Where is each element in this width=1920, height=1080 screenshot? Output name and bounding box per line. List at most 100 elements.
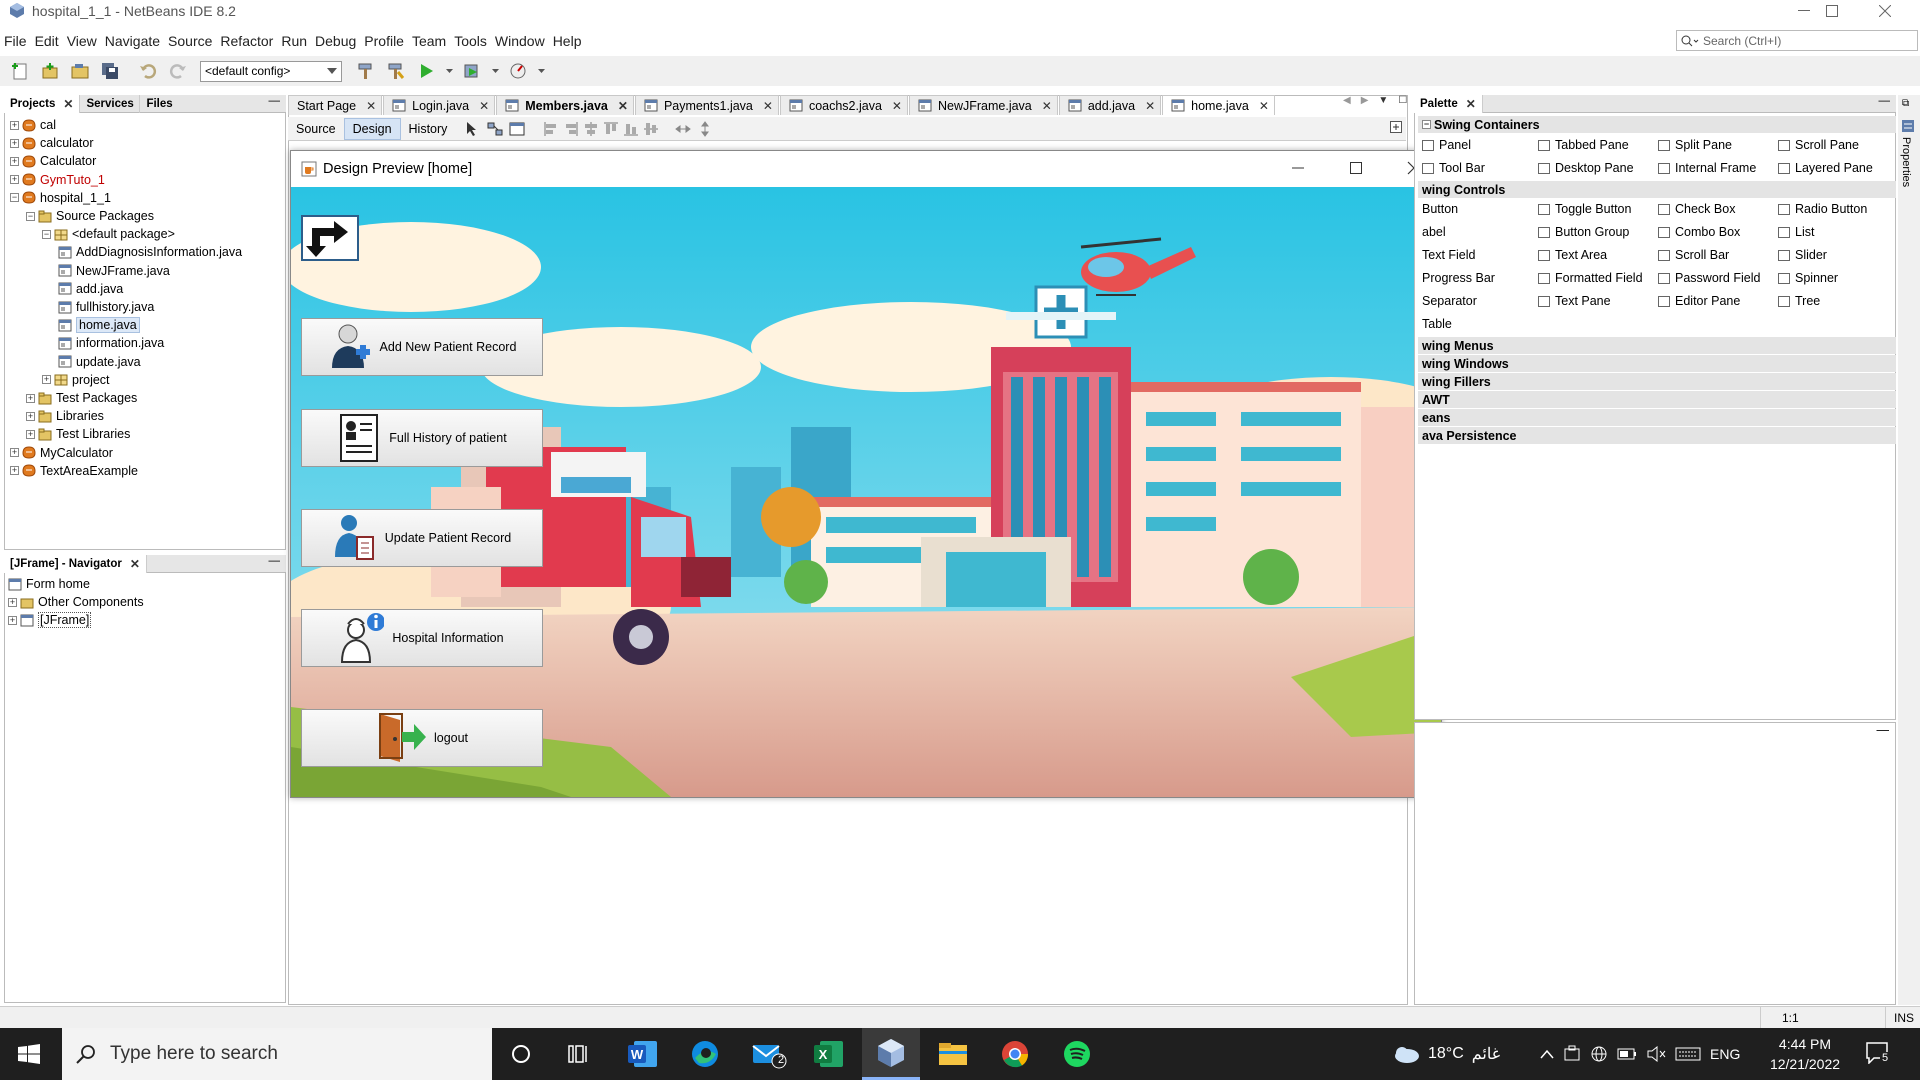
palette-item[interactable]: Internal Frame: [1658, 159, 1756, 177]
expand-icon[interactable]: +: [42, 375, 51, 385]
close-tab-icon[interactable]: ✕: [1255, 99, 1269, 113]
design-button[interactable]: Design: [343, 117, 401, 140]
palette-item[interactable]: Panel: [1422, 136, 1471, 154]
tree-item[interactable]: fullhistory.java: [58, 298, 154, 316]
palette-item[interactable]: Split Pane: [1658, 136, 1732, 154]
expand-editor-icon[interactable]: [1390, 121, 1402, 133]
palette-item[interactable]: Formatted Field: [1538, 269, 1643, 287]
menu-navigate[interactable]: Navigate: [101, 33, 164, 49]
update-patient-record-button[interactable]: Update Patient Record: [301, 509, 543, 567]
tab-projects[interactable]: Projects ✕: [4, 94, 81, 113]
palette-item[interactable]: Combo Box: [1658, 223, 1740, 241]
properties-side-tab[interactable]: Properties: [1900, 137, 1912, 187]
expand-icon[interactable]: +: [10, 156, 19, 166]
expand-icon[interactable]: +: [10, 466, 19, 476]
nav-form-home[interactable]: Form home: [8, 575, 90, 593]
expand-icon[interactable]: +: [8, 597, 17, 607]
palette-item[interactable]: Text Pane: [1538, 292, 1611, 310]
tree-item[interactable]: + calculator: [10, 134, 94, 152]
save-all-icon[interactable]: [98, 59, 122, 83]
debug-dropdown-icon[interactable]: [490, 59, 500, 83]
align-left-icon[interactable]: [543, 121, 559, 137]
tree-item[interactable]: + cal: [10, 116, 56, 134]
palette-category-swing-controls[interactable]: wing Controls: [1418, 181, 1896, 198]
tree-item[interactable]: NewJFrame.java: [58, 262, 170, 280]
palette-item[interactable]: Scroll Bar: [1658, 246, 1729, 264]
editor-tab[interactable]: Members.java ✕: [496, 95, 634, 115]
chevron-up-icon[interactable]: [1540, 1049, 1554, 1059]
expand-icon[interactable]: +: [8, 615, 17, 625]
tab-palette[interactable]: Palette ✕: [1414, 94, 1483, 113]
editor-tab[interactable]: coachs2.java ✕: [779, 95, 908, 115]
minimize-panel-icon[interactable]: —: [1879, 95, 1891, 107]
menu-source[interactable]: Source: [164, 33, 216, 49]
restore-window-icon[interactable]: ⧉: [1902, 98, 1909, 109]
nav-other-components[interactable]: + Other Components: [8, 593, 144, 611]
config-select[interactable]: <default config>: [200, 60, 342, 82]
palette-category-awt[interactable]: AWT: [1418, 391, 1896, 408]
palette-category-beans[interactable]: eans: [1418, 409, 1896, 426]
build-hammer-icon[interactable]: [354, 59, 378, 83]
menu-refactor[interactable]: Refactor: [216, 33, 277, 49]
tab-files[interactable]: Files: [140, 95, 200, 113]
preview-minimize-button[interactable]: [1291, 161, 1305, 175]
scroll-left-icon[interactable]: ◀: [1343, 95, 1351, 106]
palette-category-swing-windows[interactable]: wing Windows: [1418, 355, 1896, 372]
editor-tab[interactable]: NewJFrame.java ✕: [908, 95, 1058, 115]
palette-item[interactable]: Tool Bar: [1422, 159, 1485, 177]
excel-icon[interactable]: X: [800, 1028, 858, 1080]
tree-item[interactable]: AddDiagnosisInformation.java: [58, 243, 242, 261]
menu-profile[interactable]: Profile: [360, 33, 408, 49]
palette-item[interactable]: Radio Button: [1778, 200, 1867, 218]
tree-item[interactable]: + GymTuto_1: [10, 171, 105, 189]
palette-item[interactable]: Desktop Pane: [1538, 159, 1634, 177]
tree-item[interactable]: + Calculator: [10, 152, 96, 170]
expand-icon[interactable]: +: [10, 448, 19, 458]
device-icon[interactable]: [1563, 1045, 1581, 1063]
collapse-icon[interactable]: −: [1422, 120, 1431, 129]
palette-item[interactable]: Password Field: [1658, 269, 1760, 287]
close-tab-icon[interactable]: ✕: [614, 99, 628, 113]
close-tab-icon[interactable]: ✕: [1038, 99, 1052, 113]
clean-build-icon[interactable]: [384, 59, 408, 83]
tree-item[interactable]: + project: [42, 371, 110, 389]
run-project-icon[interactable]: [414, 59, 438, 83]
palette-item[interactable]: Scroll Pane: [1778, 136, 1859, 154]
palette-item[interactable]: List: [1778, 223, 1814, 241]
palette-item[interactable]: Tabbed Pane: [1538, 136, 1629, 154]
netbeans-taskbar-icon[interactable]: [862, 1028, 920, 1080]
palette-item[interactable]: Spinner: [1778, 269, 1838, 287]
debug-project-icon[interactable]: [460, 59, 484, 83]
close-tab-icon[interactable]: ✕: [362, 99, 376, 113]
maximize-button[interactable]: [1809, 0, 1855, 22]
notification-icon[interactable]: 5: [1866, 1042, 1891, 1064]
palette-item[interactable]: Toggle Button: [1538, 200, 1631, 218]
palette-item[interactable]: Button: [1422, 200, 1458, 218]
volume-muted-icon[interactable]: [1646, 1046, 1666, 1062]
palette-category-swing-fillers[interactable]: wing Fillers: [1418, 373, 1896, 390]
profile-dropdown-icon[interactable]: [536, 59, 546, 83]
expand-icon[interactable]: +: [10, 138, 19, 148]
redo-icon[interactable]: [166, 59, 190, 83]
edge-icon[interactable]: [676, 1028, 734, 1080]
menu-file[interactable]: File: [0, 33, 31, 49]
menu-team[interactable]: Team: [408, 33, 450, 49]
palette-category-java-persistence[interactable]: ava Persistence: [1418, 427, 1896, 444]
word-icon[interactable]: W: [614, 1028, 672, 1080]
palette-item[interactable]: Progress Bar: [1422, 269, 1495, 287]
selection-mode-icon[interactable]: [465, 121, 481, 137]
menu-debug[interactable]: Debug: [311, 33, 360, 49]
palette-item[interactable]: Slider: [1778, 246, 1827, 264]
align-bottom-icon[interactable]: [623, 121, 639, 137]
taskbar-search[interactable]: Type here to search: [62, 1028, 492, 1080]
align-right-icon[interactable]: [563, 121, 579, 137]
close-tab-icon[interactable]: ✕: [759, 99, 773, 113]
properties-icon[interactable]: [1901, 119, 1915, 133]
minimize-panel-icon[interactable]: —: [269, 95, 281, 107]
file-explorer-icon[interactable]: [924, 1028, 982, 1080]
tab-list-icon[interactable]: ▼: [1378, 95, 1388, 106]
tree-item[interactable]: + Libraries: [26, 407, 104, 425]
new-file-icon[interactable]: [8, 59, 32, 83]
expand-icon[interactable]: +: [10, 120, 19, 130]
palette-item[interactable]: Tree: [1778, 292, 1820, 310]
